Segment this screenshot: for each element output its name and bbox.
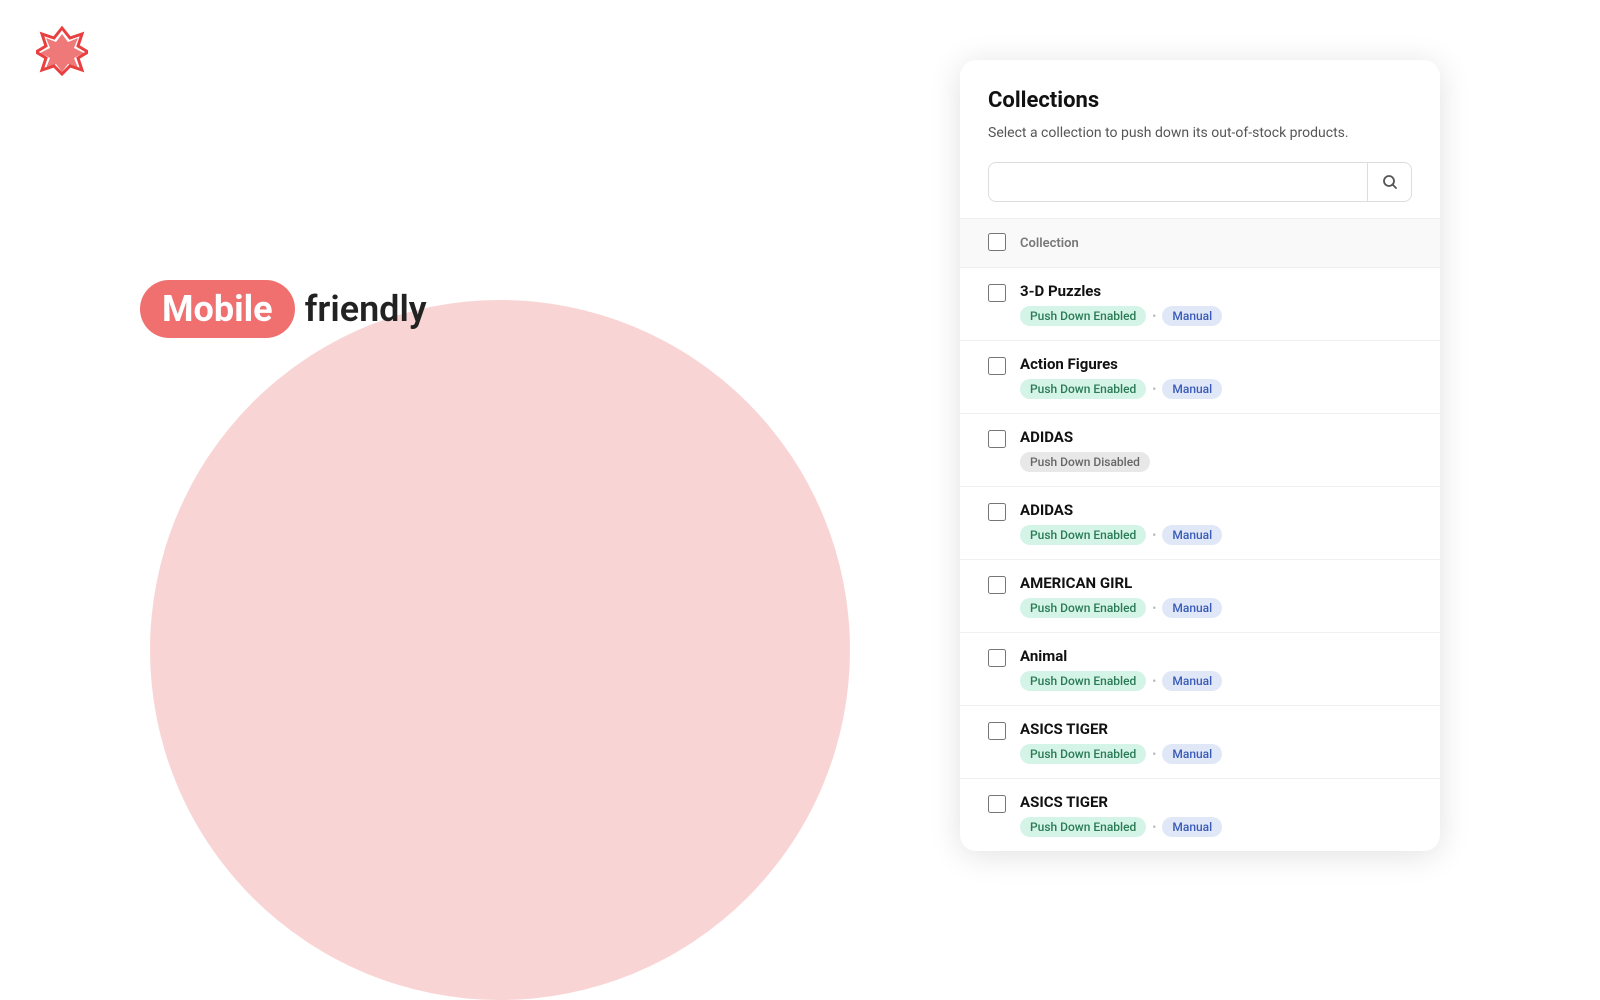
- status-badge: Push Down Enabled: [1020, 671, 1146, 691]
- item-name: ADIDAS: [1020, 428, 1150, 446]
- mode-badge: Manual: [1162, 379, 1222, 399]
- item-checkbox[interactable]: [988, 795, 1006, 813]
- item-badges: Push Down Enabled • Manual: [1020, 379, 1222, 399]
- item-checkbox[interactable]: [988, 576, 1006, 594]
- item-checkbox-wrap[interactable]: [988, 795, 1006, 817]
- item-content: Action Figures Push Down Enabled • Manua…: [1020, 355, 1222, 399]
- item-badges: Push Down Enabled • Manual: [1020, 671, 1222, 691]
- item-badges: Push Down Enabled • Manual: [1020, 744, 1222, 764]
- search-button[interactable]: [1368, 162, 1412, 202]
- item-content: Animal Push Down Enabled • Manual: [1020, 647, 1222, 691]
- item-checkbox[interactable]: [988, 357, 1006, 375]
- item-checkbox[interactable]: [988, 722, 1006, 740]
- item-checkbox[interactable]: [988, 649, 1006, 667]
- item-name: ASICS TIGER: [1020, 720, 1222, 738]
- mode-badge: Manual: [1162, 744, 1222, 764]
- hero-section: Mobile friendly: [140, 280, 427, 338]
- search-row: [988, 162, 1412, 202]
- panel-header: Collections Select a collection to push …: [960, 60, 1440, 218]
- status-badge: Push Down Disabled: [1020, 452, 1150, 472]
- list-item: ADIDAS Push Down Enabled • Manual: [960, 487, 1440, 560]
- mode-badge: Manual: [1162, 525, 1222, 545]
- item-checkbox-wrap[interactable]: [988, 722, 1006, 744]
- status-badge: Push Down Enabled: [1020, 306, 1146, 326]
- item-badges: Push Down Enabled • Manual: [1020, 525, 1222, 545]
- item-checkbox-wrap[interactable]: [988, 284, 1006, 306]
- badge-dot: •: [1152, 747, 1156, 761]
- mode-badge: Manual: [1162, 817, 1222, 837]
- item-content: ASICS TIGER Push Down Enabled • Manual: [1020, 720, 1222, 764]
- badge-dot: •: [1152, 528, 1156, 542]
- app-logo: [36, 24, 88, 80]
- status-badge: Push Down Enabled: [1020, 744, 1146, 764]
- item-checkbox[interactable]: [988, 430, 1006, 448]
- item-badges: Push Down Enabled • Manual: [1020, 598, 1222, 618]
- list-item: ASICS TIGER Push Down Enabled • Manual: [960, 779, 1440, 851]
- item-name: ADIDAS: [1020, 501, 1222, 519]
- item-content: ADIDAS Push Down Disabled: [1020, 428, 1150, 472]
- collection-column-header: Collection: [1020, 236, 1079, 251]
- list-item: 3-D Puzzles Push Down Enabled • Manual: [960, 268, 1440, 341]
- badge-dot: •: [1152, 820, 1156, 834]
- badge-dot: •: [1152, 674, 1156, 688]
- list-item: ADIDAS Push Down Disabled: [960, 414, 1440, 487]
- status-badge: Push Down Enabled: [1020, 379, 1146, 399]
- item-badges: Push Down Disabled: [1020, 452, 1150, 472]
- status-badge: Push Down Enabled: [1020, 525, 1146, 545]
- item-checkbox[interactable]: [988, 503, 1006, 521]
- mode-badge: Manual: [1162, 306, 1222, 326]
- item-checkbox-wrap[interactable]: [988, 649, 1006, 671]
- item-checkbox-wrap[interactable]: [988, 430, 1006, 452]
- select-all-checkbox-wrap[interactable]: [988, 233, 1006, 255]
- item-checkbox-wrap[interactable]: [988, 576, 1006, 598]
- list-item: Animal Push Down Enabled • Manual: [960, 633, 1440, 706]
- select-all-checkbox[interactable]: [988, 233, 1006, 251]
- item-name: Animal: [1020, 647, 1222, 665]
- table-header: Collection: [960, 218, 1440, 268]
- item-checkbox-wrap[interactable]: [988, 503, 1006, 525]
- item-content: 3-D Puzzles Push Down Enabled • Manual: [1020, 282, 1222, 326]
- item-badges: Push Down Enabled • Manual: [1020, 817, 1222, 837]
- mode-badge: Manual: [1162, 671, 1222, 691]
- badge-dot: •: [1152, 382, 1156, 396]
- collection-list: 3-D Puzzles Push Down Enabled • Manual A…: [960, 268, 1440, 851]
- badge-dot: •: [1152, 601, 1156, 615]
- item-content: AMERICAN GIRL Push Down Enabled • Manual: [1020, 574, 1222, 618]
- status-badge: Push Down Enabled: [1020, 817, 1146, 837]
- badge-dot: •: [1152, 309, 1156, 323]
- status-badge: Push Down Enabled: [1020, 598, 1146, 618]
- panel-title: Collections: [988, 88, 1412, 113]
- list-item: AMERICAN GIRL Push Down Enabled • Manual: [960, 560, 1440, 633]
- bg-decoration: [150, 300, 850, 1000]
- list-item: Action Figures Push Down Enabled • Manua…: [960, 341, 1440, 414]
- item-name: 3-D Puzzles: [1020, 282, 1222, 300]
- hero-mobile-label: Mobile: [140, 280, 295, 338]
- item-content: ASICS TIGER Push Down Enabled • Manual: [1020, 793, 1222, 837]
- item-checkbox[interactable]: [988, 284, 1006, 302]
- panel-description: Select a collection to push down its out…: [988, 123, 1412, 144]
- item-name: ASICS TIGER: [1020, 793, 1222, 811]
- item-checkbox-wrap[interactable]: [988, 357, 1006, 379]
- item-name: Action Figures: [1020, 355, 1222, 373]
- hero-friendly-label: friendly: [305, 288, 427, 330]
- list-item: ASICS TIGER Push Down Enabled • Manual: [960, 706, 1440, 779]
- item-name: AMERICAN GIRL: [1020, 574, 1222, 592]
- search-icon: [1382, 174, 1398, 190]
- collections-panel: Collections Select a collection to push …: [960, 60, 1440, 851]
- mode-badge: Manual: [1162, 598, 1222, 618]
- item-content: ADIDAS Push Down Enabled • Manual: [1020, 501, 1222, 545]
- item-badges: Push Down Enabled • Manual: [1020, 306, 1222, 326]
- search-input[interactable]: [988, 162, 1368, 202]
